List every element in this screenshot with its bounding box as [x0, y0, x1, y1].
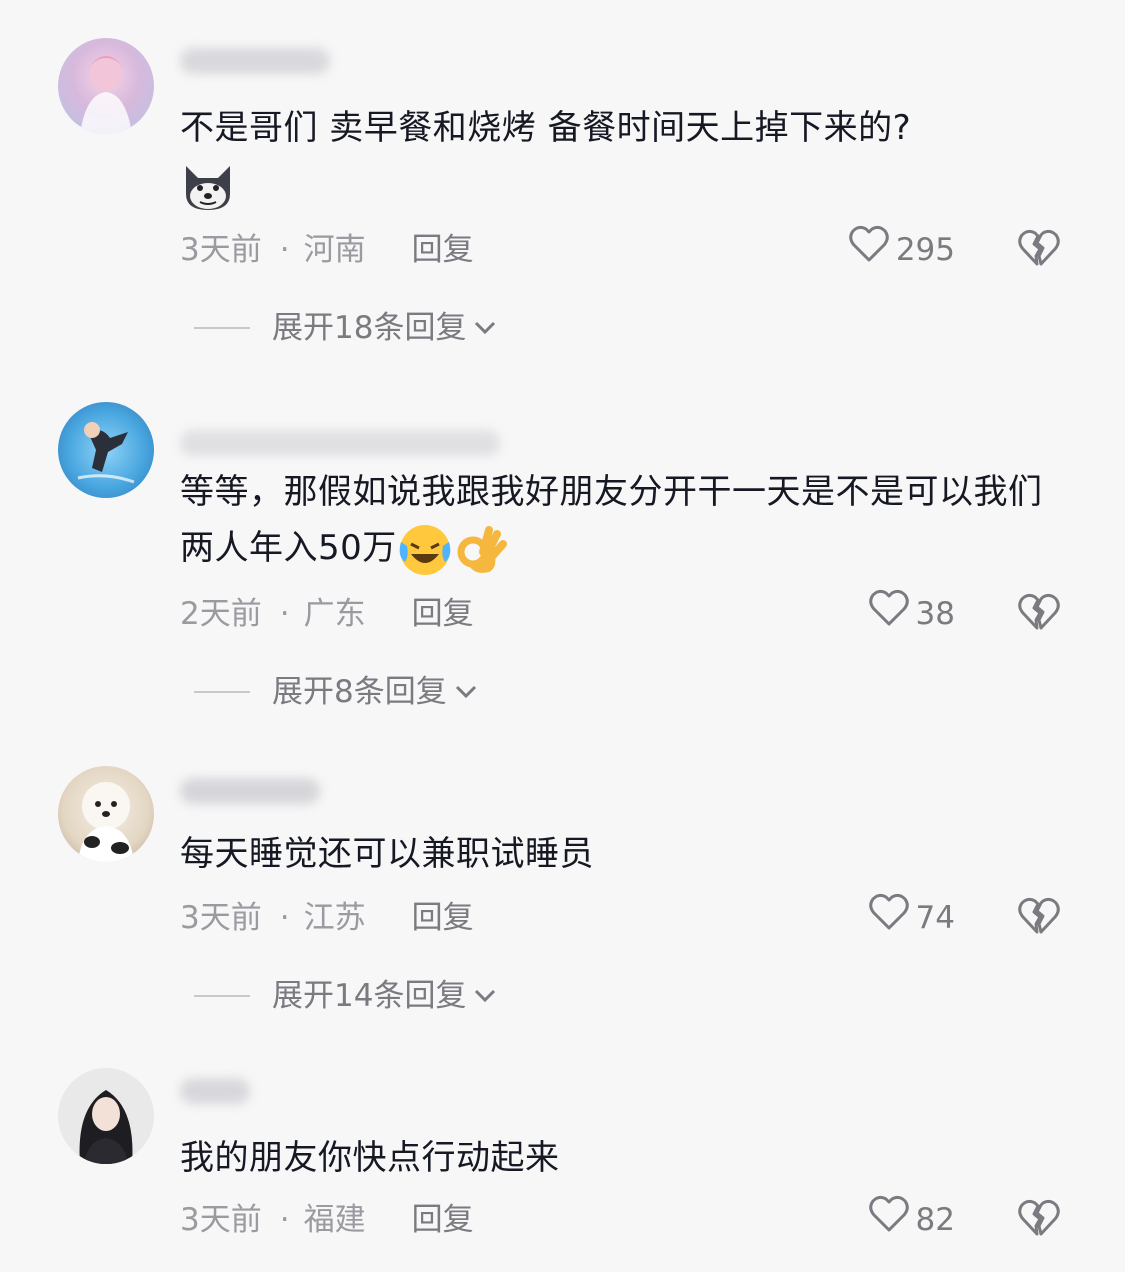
broken-heart-icon: [1017, 897, 1061, 940]
broken-heart-icon: [1017, 593, 1061, 636]
dislike-button[interactable]: [1017, 1198, 1063, 1242]
comment-location: 江苏: [303, 900, 366, 936]
comment-time: 3天前: [180, 1202, 262, 1238]
separator-dot: ·: [279, 232, 290, 268]
divider-line: [194, 995, 250, 997]
avatar[interactable]: [58, 766, 154, 862]
comment-location: 广东: [303, 596, 366, 632]
comment-meta: 3天前 · 江苏 回复: [180, 896, 474, 940]
chevron-down-icon: [453, 670, 479, 714]
comment-text: 等等，那假如说我跟我好朋友分开干一天是不是可以我们两人年入50万: [180, 464, 1060, 578]
expand-replies-button[interactable]: 展开18条回复: [194, 306, 498, 350]
reply-button[interactable]: 回复: [412, 232, 474, 268]
avatar[interactable]: [58, 38, 154, 134]
comment-time: 3天前: [180, 900, 262, 936]
dislike-button[interactable]: [1017, 896, 1063, 940]
separator-dot: ·: [279, 900, 290, 936]
reply-button[interactable]: 回复: [412, 1202, 474, 1238]
comment-text: 不是哥们 卖早餐和烧烤 备餐时间天上掉下来的?: [180, 100, 1060, 214]
avatar[interactable]: [58, 1068, 154, 1164]
comment-meta: 3天前 · 河南 回复: [180, 228, 474, 272]
like-button[interactable]: 295: [848, 225, 955, 272]
like-button[interactable]: 82: [868, 1195, 955, 1242]
heart-outline-icon: [868, 588, 910, 640]
divider-line: [194, 327, 250, 329]
ok-hand-emoji-icon: [453, 522, 509, 578]
comment-text: 我的朋友你快点行动起来: [180, 1130, 1060, 1186]
comment-location: 河南: [303, 232, 366, 268]
comment-text: 每天睡觉还可以兼职试睡员: [180, 826, 1060, 882]
divider-line: [194, 691, 250, 693]
heart-outline-icon: [868, 892, 910, 944]
comment-text-content: 不是哥们 卖早餐和烧烤 备餐时间天上掉下来的?: [180, 108, 912, 148]
broken-heart-icon: [1017, 229, 1061, 272]
reply-button[interactable]: 回复: [412, 900, 474, 936]
comment-time: 3天前: [180, 232, 262, 268]
avatar[interactable]: [58, 402, 154, 498]
comment-text-content: 等等，那假如说我跟我好朋友分开干一天是不是可以我们两人年入50万: [180, 472, 1043, 568]
comment-location: 福建: [303, 1202, 366, 1238]
laughing-tears-emoji-icon: [397, 522, 453, 578]
separator-dot: ·: [279, 1202, 290, 1238]
like-count: 38: [915, 596, 955, 632]
comment-meta: 2天前 · 广东 回复: [180, 592, 474, 636]
heart-outline-icon: [848, 224, 890, 276]
comment-time: 2天前: [180, 596, 262, 632]
heart-outline-icon: [868, 1194, 910, 1246]
username-blurred[interactable]: [180, 48, 330, 74]
expand-replies-button[interactable]: 展开14条回复: [194, 974, 498, 1018]
username-blurred[interactable]: [180, 1078, 250, 1104]
separator-dot: ·: [279, 596, 290, 632]
like-button[interactable]: 74: [868, 893, 955, 940]
expand-label: 展开8条回复: [272, 674, 447, 710]
username-blurred[interactable]: [180, 430, 500, 456]
reply-button[interactable]: 回复: [412, 596, 474, 632]
doge-emoji-icon: [180, 158, 236, 214]
expand-replies-button[interactable]: 展开8条回复: [194, 670, 479, 714]
like-count: 74: [915, 900, 955, 936]
comment-text-content: 每天睡觉还可以兼职试睡员: [180, 834, 594, 874]
broken-heart-icon: [1017, 1199, 1061, 1242]
expand-label: 展开14条回复: [272, 978, 467, 1014]
dislike-button[interactable]: [1017, 592, 1063, 636]
chevron-down-icon: [472, 306, 498, 350]
like-count: 295: [895, 232, 955, 268]
like-button[interactable]: 38: [868, 589, 955, 636]
chevron-down-icon: [472, 974, 498, 1018]
expand-label: 展开18条回复: [272, 310, 467, 346]
like-count: 82: [915, 1202, 955, 1238]
comment-text-content: 我的朋友你快点行动起来: [180, 1138, 560, 1178]
comment-meta: 3天前 · 福建 回复: [180, 1198, 474, 1242]
username-blurred[interactable]: [180, 778, 320, 804]
dislike-button[interactable]: [1017, 228, 1063, 272]
